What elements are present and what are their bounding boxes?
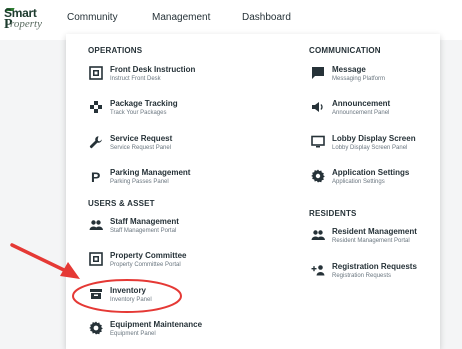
smart-property-logo[interactable]: Smart P roperty [4, 6, 52, 32]
menu-item-subtitle: Messaging Platform [332, 76, 386, 82]
svg-text:P: P [91, 169, 100, 183]
parking-icon: P [89, 169, 103, 183]
add-user-icon [311, 263, 325, 277]
menu-item-subtitle: Parking Passes Panel [110, 179, 169, 185]
menu-item-lobby-display-screen[interactable]: Lobby Display Screen Lobby Display Scree… [311, 134, 461, 160]
inventory-icon [89, 287, 103, 301]
menu-item-title: Application Settings [332, 168, 410, 177]
menu-item-title: Equipment Maintenance [110, 320, 203, 329]
page-background-left [0, 40, 66, 349]
menu-item-title: Message [332, 65, 366, 74]
menu-item-subtitle: Track Your Packages [110, 110, 167, 116]
gear-icon [89, 321, 103, 335]
menu-item-inventory[interactable]: Inventory Inventory Panel [89, 286, 239, 312]
message-icon [311, 66, 325, 80]
menu-item-title: Inventory [110, 286, 147, 295]
menu-item-front-desk-instruction[interactable]: Front Desk Instruction Instruct Front De… [89, 65, 239, 91]
menu-item-title: Property Committee [110, 251, 187, 260]
nav-community[interactable]: Community [67, 12, 118, 23]
menu-item-title: Registration Requests [332, 262, 417, 271]
section-residents: RESIDENTS [309, 209, 357, 218]
dashboard-dropdown-menu: OPERATIONS Front Desk Instruction Instru… [66, 34, 440, 349]
settings-icon [311, 169, 325, 183]
menu-item-package-tracking[interactable]: Package Tracking Track Your Packages [89, 99, 239, 125]
nav-dashboard[interactable]: Dashboard [242, 12, 291, 23]
menu-item-parking-management[interactable]: P Parking Management Parking Passes Pane… [89, 168, 239, 194]
front-desk-icon [89, 66, 103, 80]
menu-item-property-committee[interactable]: Property Committee Property Committee Po… [89, 251, 239, 277]
section-users-asset: USERS & ASSET [88, 199, 155, 208]
menu-item-subtitle: Announcement Panel [332, 110, 390, 116]
menu-item-subtitle: Inventory Panel [110, 297, 152, 303]
menu-item-equipment-maintenance[interactable]: Equipment Maintenance Equipment Panel [89, 320, 239, 346]
people-icon [89, 218, 103, 232]
menu-item-service-request[interactable]: Service Request Service Request Panel [89, 134, 239, 160]
monitor-icon [311, 135, 325, 149]
menu-item-message[interactable]: Message Messaging Platform [311, 65, 461, 91]
people-icon [311, 228, 325, 242]
nav-management[interactable]: Management [152, 12, 210, 23]
menu-item-subtitle: Instruct Front Desk [110, 76, 161, 82]
menu-item-subtitle: Service Request Panel [110, 145, 172, 151]
menu-item-subtitle: Resident Management Portal [332, 238, 410, 244]
menu-item-subtitle: Property Committee Portal [110, 262, 181, 268]
menu-item-title: Resident Management [332, 227, 417, 236]
menu-item-registration-requests[interactable]: Registration Requests Registration Reque… [311, 262, 461, 288]
menu-item-subtitle: Application Settings [332, 179, 385, 185]
menu-item-title: Parking Management [110, 168, 191, 177]
menu-item-title: Lobby Display Screen [332, 134, 416, 143]
section-communication: COMMUNICATION [309, 46, 381, 55]
menu-item-title: Staff Management [110, 217, 179, 226]
menu-item-staff-management[interactable]: Staff Management Staff Management Portal [89, 217, 239, 243]
menu-item-title: Package Tracking [110, 99, 178, 108]
menu-item-title: Front Desk Instruction [110, 65, 196, 74]
wrench-icon [89, 135, 103, 149]
menu-item-application-settings[interactable]: Application Settings Application Setting… [311, 168, 461, 194]
menu-item-subtitle: Equipment Panel [110, 331, 156, 337]
menu-item-title: Service Request [110, 134, 173, 143]
logo-line2: roperty [10, 18, 42, 30]
menu-item-subtitle: Registration Requests [332, 273, 392, 279]
section-operations: OPERATIONS [88, 46, 143, 55]
menu-item-title: Announcement [332, 99, 391, 108]
menu-item-resident-management[interactable]: Resident Management Resident Management … [311, 227, 461, 253]
menu-item-announcement[interactable]: Announcement Announcement Panel [311, 99, 461, 125]
menu-item-subtitle: Lobby Display Screen Panel [332, 145, 408, 151]
menu-item-subtitle: Staff Management Portal [110, 228, 177, 234]
megaphone-icon [311, 100, 325, 114]
package-icon [89, 100, 103, 114]
committee-icon [89, 252, 103, 266]
